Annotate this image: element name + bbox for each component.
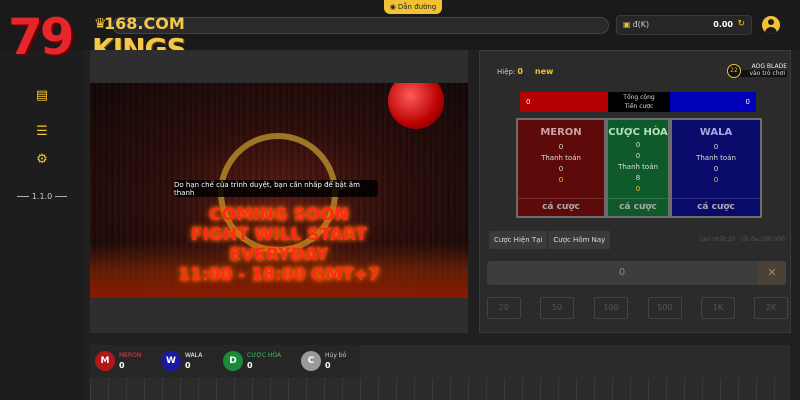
logo-domain: 168.COM — [104, 14, 185, 33]
meron-bet-button[interactable]: cá cược — [518, 198, 604, 212]
chip-button[interactable]: 100 — [594, 297, 628, 319]
aog-blade-link[interactable]: 22 AOG BLADE vào trò chơi — [727, 63, 787, 79]
bet-panel: Hiệp: 0 new 22 AOG BLADE vào trò chơi 0 Tổ… — [479, 50, 791, 333]
draw-pay-label: Thanh toán — [618, 163, 658, 171]
wala-bet-button[interactable]: cá cược — [672, 198, 760, 212]
tab-today-bets[interactable]: Cược Hôm Nay — [548, 231, 612, 249]
video-panel: Do hạn chế của trình duyệt, bạn cần nhấp… — [90, 50, 468, 333]
wala-pay-label: Thanh toán — [696, 154, 736, 162]
stat-count: 0 — [325, 361, 331, 370]
wala-pay: 0 — [713, 165, 719, 173]
app-version: 1.1.0 — [12, 192, 72, 201]
guide-label: Dẫn đường — [397, 3, 437, 11]
user-icon[interactable] — [762, 16, 780, 34]
report-icon[interactable]: ☰ — [34, 124, 50, 140]
wala-my-bet: 0 — [713, 176, 719, 184]
wallet-icon: ▣ — [623, 20, 631, 29]
cancel-circle: C — [301, 351, 321, 371]
total-bets-bar: 0 Tổng cộng Tiền cược 0 — [520, 92, 756, 112]
total-label-line-2: Tiền cược — [624, 103, 654, 110]
wallet-currency: ▣ đ(K) — [623, 20, 649, 29]
meron-my-bet: 0 — [558, 176, 564, 184]
aog-badge-icon: 22 — [727, 64, 741, 78]
total-label-line-1: Tổng cộng — [623, 94, 655, 101]
wala-card[interactable]: WALA 0 Thanh toán 0 0 cá cược — [670, 118, 762, 218]
bet-tabs: Cược Hiện Tại Cược Hôm Nay — [489, 231, 612, 249]
round-number: 0 — [517, 67, 523, 76]
total-label: Tổng cộng Tiền cược — [608, 92, 670, 112]
draw-circle: D — [223, 351, 243, 371]
chip-button[interactable]: 1K — [701, 297, 735, 319]
round-label: Hiệp: — [497, 68, 516, 76]
app-root: ◉ Dẫn đường ▣ đ(K) 0.00 ↻ ▤ ☰ ⚙ 1.1.0 79 … — [0, 0, 800, 400]
meron-title: MERON — [540, 127, 582, 138]
chip-row: 20 50 100 500 1K 2K — [487, 297, 788, 319]
chip-button[interactable]: 2K — [754, 297, 788, 319]
aog-name: AOG BLADE — [751, 63, 787, 70]
meron-card[interactable]: MERON 0 Thanh toán 0 0 cá cược — [516, 118, 606, 218]
meron-pay-label: Thanh toán — [541, 154, 581, 162]
chip-button[interactable]: 50 — [540, 297, 574, 319]
total-meron: 0 — [520, 92, 608, 112]
stat-count: 0 — [185, 361, 191, 370]
chip-button[interactable]: 500 — [648, 297, 682, 319]
audio-toast[interactable]: Do hạn chế của trình duyệt, bạn cần nhấp… — [174, 180, 378, 197]
draw-pay: 8 — [635, 174, 641, 182]
results-area: M MERON 0 W WALA 0 D CƯỢC HÒA 0 C Hủy bỏ… — [90, 345, 790, 400]
stat-label: Hủy bỏ — [325, 352, 347, 359]
video-footer — [90, 299, 468, 333]
stat-label: MERON — [119, 352, 142, 359]
meron-circle: M — [95, 351, 115, 371]
stat-count: 0 — [247, 361, 253, 370]
result-stats: M MERON 0 W WALA 0 D CƯỢC HÒA 0 C Hủy bỏ… — [90, 345, 360, 377]
guide-tab[interactable]: ◉ Dẫn đường — [384, 0, 442, 14]
clear-icon[interactable]: ✕ — [758, 261, 786, 285]
draw-card[interactable]: CƯỢC HÒA 0 0 Thanh toán 8 0 cá cược — [606, 118, 670, 218]
draw-amount-2: 0 — [635, 152, 641, 160]
draw-bet-button[interactable]: cá cược — [608, 198, 668, 212]
video-header — [90, 50, 468, 82]
chip-button[interactable]: 20 — [487, 297, 521, 319]
refresh-icon[interactable]: ↻ — [737, 19, 745, 29]
settings-icon[interactable]: ⚙ — [34, 152, 50, 168]
stat-count: 0 — [119, 361, 125, 370]
bet-cards: MERON 0 Thanh toán 0 0 cá cược CƯỢC HÒA … — [516, 118, 762, 218]
round-status: new — [534, 67, 554, 76]
bet-limits: cao nhất:20 · tối đa:100,000 — [699, 236, 785, 243]
history-icon[interactable]: ▤ — [34, 88, 50, 104]
wala-title: WALA — [699, 127, 733, 138]
promo-line-2: FIGHT WILL START — [191, 225, 367, 245]
wallet[interactable]: ▣ đ(K) 0.00 ↻ — [616, 15, 752, 35]
meron-amount: 0 — [558, 143, 564, 151]
aog-sub: vào trò chơi — [733, 70, 787, 77]
draw-my-bet: 0 — [635, 185, 641, 193]
compass-icon: ◉ — [389, 3, 396, 11]
promo-line-1: COMING SOON — [209, 205, 349, 225]
tab-current-bets[interactable]: Cược Hiện Tại — [489, 231, 549, 249]
stat-label: WALA — [185, 352, 203, 359]
wala-amount: 0 — [713, 143, 719, 151]
bet-amount-value: 0 — [618, 267, 626, 278]
meron-pay: 0 — [558, 165, 564, 173]
currency-unit: (K) — [637, 20, 650, 29]
bet-amount-input[interactable]: 0 ✕ — [487, 261, 786, 285]
results-grid — [90, 378, 790, 400]
sidebar: ▤ ☰ ⚙ 1.1.0 — [0, 50, 84, 400]
total-wala: 0 — [670, 92, 756, 112]
logo-number: 79 — [8, 8, 75, 66]
promo-line-3: EVERYDAY — [229, 245, 329, 265]
round-info: Hiệp: 0 new — [497, 67, 553, 76]
promo-line-4: 11:00 - 18:00 GMT+7 — [178, 265, 380, 285]
draw-title: CƯỢC HÒA — [608, 127, 668, 138]
draw-amount: 0 — [635, 141, 641, 149]
stat-label: CƯỢC HÒA — [247, 352, 282, 359]
wala-circle: W — [161, 351, 181, 371]
video-stream[interactable]: Do hạn chế của trình duyệt, bạn cần nhấp… — [90, 83, 468, 298]
wallet-balance: 0.00 — [713, 20, 733, 29]
